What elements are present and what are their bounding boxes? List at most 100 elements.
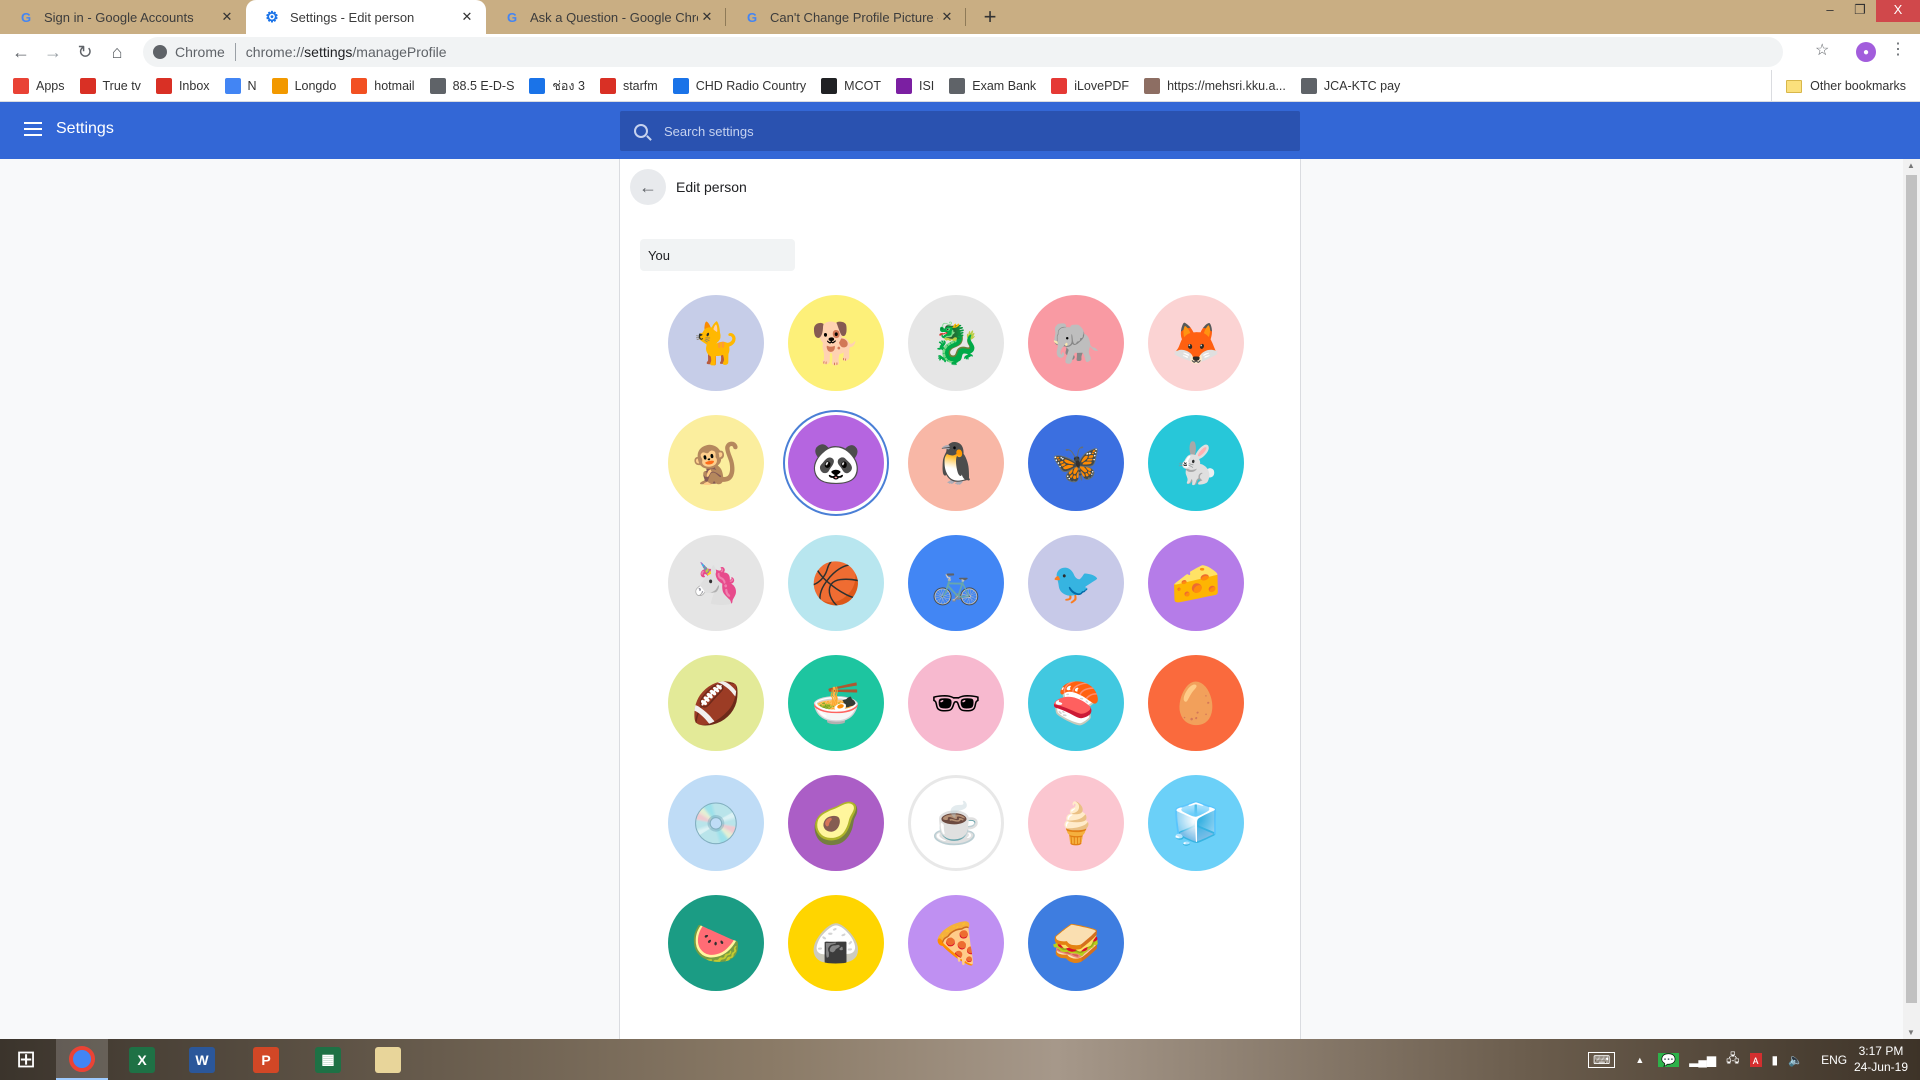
tab-ask-question[interactable]: G Ask a Question - Google Chrome ✕ — [486, 0, 726, 34]
avocado-icon: 🥑 — [811, 801, 861, 846]
bookmark-hotmail[interactable]: hotmail — [351, 77, 415, 94]
avatar-fox[interactable]: 🦊 — [1148, 295, 1244, 391]
tab-cant-change-profile[interactable]: G Can't Change Profile Picture - Go ✕ — [726, 0, 966, 34]
bookmark-true-tv[interactable]: True tv — [79, 77, 141, 94]
avatar-butterfly[interactable]: 🦋 — [1028, 415, 1124, 511]
bookmark-jca-ktc-pay[interactable]: JCA-KTC pay — [1300, 77, 1400, 94]
show-hidden-icons[interactable]: ▲ — [1635, 1055, 1644, 1065]
bookmark-mcot[interactable]: MCOT — [821, 77, 881, 94]
close-window-button[interactable]: X — [1876, 0, 1920, 22]
volume-icon[interactable]: 🔈 — [1788, 1053, 1803, 1067]
bookmark-label: N — [247, 78, 257, 93]
avatar-pizza[interactable]: 🍕 — [908, 895, 1004, 991]
home-icon[interactable]: ⌂ — [103, 38, 131, 66]
avatar-vinyl[interactable]: 💿 — [668, 775, 764, 871]
avatar-corgi[interactable]: 🐕 — [788, 295, 884, 391]
bookmark-starfm[interactable]: starfm — [599, 77, 658, 94]
avatar-cat[interactable]: 🐈 — [668, 295, 764, 391]
clock[interactable]: 3:17 PM 24-Jun-19 — [1854, 1043, 1908, 1075]
other-bookmarks[interactable]: Other bookmarks — [1771, 70, 1906, 102]
avatar-rabbit[interactable]: 🐇 — [1148, 415, 1244, 511]
address-bar[interactable]: Chrome chrome://settings/manageProfile — [143, 37, 1783, 67]
avatar-watermelon[interactable]: 🍉 — [668, 895, 764, 991]
avatar-onigiri[interactable]: 🍙 — [788, 895, 884, 991]
start-button[interactable]: ⊞ — [0, 1039, 52, 1080]
close-tab-icon[interactable]: ✕ — [938, 9, 956, 25]
calculator-icon: ▦ — [315, 1046, 341, 1073]
avatar-ramen[interactable]: 🍜 — [788, 655, 884, 751]
avatar-unicorn[interactable]: 🦄 — [668, 535, 764, 631]
page-scrollbar[interactable]: ▲ ▼ — [1903, 159, 1920, 1039]
hamburger-menu-icon[interactable] — [24, 122, 42, 136]
avatar-cheese[interactable]: 🧀 — [1148, 535, 1244, 631]
avatar-bike[interactable]: 🚲 — [908, 535, 1004, 631]
restore-button[interactable]: ❐ — [1840, 0, 1880, 22]
avatar-elephant[interactable]: 🐘 — [1028, 295, 1124, 391]
avatar-tamagotchi[interactable]: 🥚 — [1148, 655, 1244, 751]
taskbar-calculator[interactable]: ▦ — [302, 1039, 354, 1080]
avatar-penguin[interactable]: 🐧 — [908, 415, 1004, 511]
docs-icon — [224, 77, 241, 94]
search-settings-field[interactable] — [620, 111, 1300, 151]
avatar-sandwich[interactable]: 🥪 — [1028, 895, 1124, 991]
close-tab-icon[interactable]: ✕ — [218, 9, 236, 25]
bookmark-n[interactable]: N — [224, 77, 257, 94]
network-signal-icon[interactable]: ▂▄▆ — [1689, 1053, 1716, 1067]
avatar-ice[interactable]: 🧊 — [1148, 775, 1244, 871]
forward-arrow-icon[interactable]: → — [39, 38, 67, 66]
scroll-down-arrow-icon[interactable]: ▼ — [1907, 1028, 1915, 1037]
butterfly-icon: 🦋 — [1051, 441, 1101, 486]
bookmark-apps[interactable]: Apps — [13, 77, 65, 94]
back-arrow-icon[interactable]: ← — [7, 38, 35, 66]
close-tab-icon[interactable]: ✕ — [458, 9, 476, 25]
bookmark-isi[interactable]: ISI — [895, 77, 934, 94]
taskbar-excel[interactable]: X — [116, 1039, 168, 1080]
avatar-cappuccino[interactable]: ☕ — [908, 775, 1004, 871]
pizza-icon: 🍕 — [931, 921, 981, 966]
bookmark-3[interactable]: ช่อง 3 — [529, 76, 585, 96]
close-tab-icon[interactable]: ✕ — [698, 9, 716, 25]
bookmark-label: True tv — [102, 78, 141, 93]
scrollbar-thumb[interactable] — [1906, 175, 1917, 1003]
avatar-monkey[interactable]: 🐒 — [668, 415, 764, 511]
profile-avatar-button[interactable]: ● — [1856, 42, 1876, 62]
avatar-panda[interactable]: 🐼 — [788, 415, 884, 511]
new-tab-button[interactable]: + — [977, 4, 1003, 30]
bookmark-chd-radio-country[interactable]: CHD Radio Country — [672, 77, 806, 94]
avatar-sunglasses[interactable]: 🕶 — [908, 655, 1004, 751]
avatar-sushi[interactable]: 🍣 — [1028, 655, 1124, 751]
cat-icon: 🐈 — [691, 321, 741, 366]
bookmark-inbox[interactable]: Inbox — [155, 77, 210, 94]
avatar-avocado[interactable]: 🥑 — [788, 775, 884, 871]
keyboard-icon[interactable]: ⌨ — [1588, 1051, 1616, 1068]
avatar-basketball[interactable]: 🏀 — [788, 535, 884, 631]
back-button[interactable]: ← — [630, 169, 666, 205]
bookmark-star-icon[interactable]: ☆ — [1815, 40, 1829, 60]
taskbar-word[interactable]: W — [176, 1039, 228, 1080]
search-input[interactable] — [664, 123, 1264, 139]
avatar-football[interactable]: 🏈 — [668, 655, 764, 751]
tab-settings-edit-person[interactable]: ⚙ Settings - Edit person ✕ — [246, 0, 486, 34]
avatar-icecream[interactable]: 🍦 — [1028, 775, 1124, 871]
battery-icon[interactable]: ▮ — [1772, 1053, 1779, 1067]
avatar-bird[interactable]: 🐦 — [1028, 535, 1124, 631]
language-indicator[interactable]: ENG — [1821, 1053, 1847, 1067]
line-app-icon[interactable]: 💬 — [1658, 1052, 1680, 1067]
menu-kebab-icon[interactable]: ⋮ — [1890, 39, 1906, 59]
bookmark-ilovepdf[interactable]: iLovePDF — [1051, 77, 1129, 94]
antivirus-icon[interactable]: ᴀ — [1749, 1052, 1762, 1067]
tab-sign-in[interactable]: G Sign in - Google Accounts ✕ — [0, 0, 246, 34]
bookmark-longdo[interactable]: Longdo — [271, 77, 336, 94]
sushi-icon: 🍣 — [1051, 681, 1101, 726]
scroll-up-arrow-icon[interactable]: ▲ — [1907, 161, 1915, 170]
reload-icon[interactable]: ↻ — [71, 38, 99, 66]
taskbar-file-explorer[interactable] — [362, 1039, 414, 1080]
person-name-input[interactable] — [640, 239, 795, 271]
bookmark-88-5-e-d-s[interactable]: 88.5 E-D-S — [429, 77, 514, 94]
bookmark-https-mehsri-kku-a[interactable]: https://mehsri.kku.a... — [1144, 77, 1286, 94]
network-icon[interactable]: 🖧 — [1726, 1049, 1739, 1070]
taskbar-powerpoint[interactable]: P — [240, 1039, 292, 1080]
avatar-dragon[interactable]: 🐉 — [908, 295, 1004, 391]
bookmark-exam-bank[interactable]: Exam Bank — [949, 77, 1036, 94]
taskbar-chrome[interactable] — [56, 1039, 108, 1080]
